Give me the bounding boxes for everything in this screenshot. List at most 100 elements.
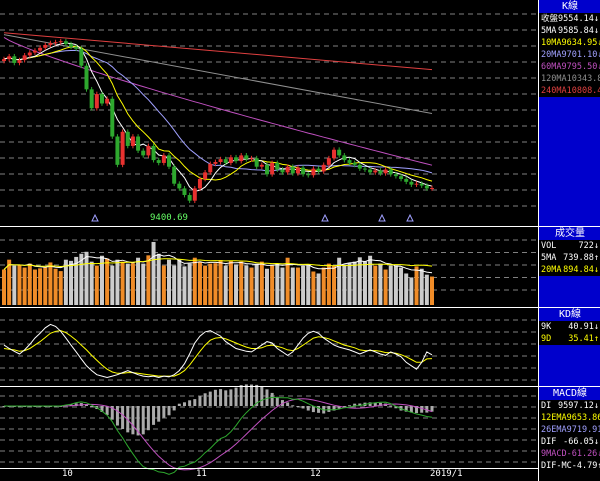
macd-histogram-bar bbox=[152, 406, 156, 425]
macd-legend-label: DIF-MC bbox=[541, 461, 572, 471]
k-legend-label: 240MA bbox=[541, 86, 567, 96]
kd-legend-value: 40.91 bbox=[568, 322, 594, 332]
macd-legend-row: 9MACD -61.26↓ bbox=[539, 448, 600, 460]
candle-body bbox=[399, 176, 404, 179]
volume-bar bbox=[342, 264, 347, 305]
macd-histogram-bar bbox=[208, 391, 212, 406]
volume-bar bbox=[352, 261, 357, 305]
macd-legend-label: DI bbox=[541, 401, 552, 411]
candle-body bbox=[156, 160, 161, 163]
vol-legend-arrow: ↓ bbox=[593, 265, 599, 275]
volume-bar bbox=[32, 269, 37, 305]
kd-legend-label: 9D bbox=[541, 334, 552, 344]
candle-body bbox=[223, 159, 228, 163]
chart-canvas: 9400.69 bbox=[0, 13, 536, 475]
volume-bar bbox=[399, 267, 404, 305]
candle-body bbox=[254, 158, 259, 167]
low-annotation: 9400.69 bbox=[150, 213, 188, 223]
macd-histogram-bar bbox=[389, 405, 393, 407]
macd-histogram-bar bbox=[193, 399, 197, 406]
kd-d-line bbox=[3, 330, 433, 377]
candle-body bbox=[347, 160, 352, 163]
volume-bar bbox=[17, 264, 22, 305]
vol-legend-value: 739.88 bbox=[563, 253, 594, 263]
macd-histogram-bar bbox=[270, 392, 274, 406]
volume-bar bbox=[362, 261, 367, 305]
kd-legend-label: 9K bbox=[541, 322, 552, 332]
volume-bar bbox=[105, 258, 110, 305]
vol-legend-label: 20MA bbox=[541, 265, 562, 275]
candle-body bbox=[48, 43, 53, 45]
candle-body bbox=[53, 42, 58, 44]
candle-body bbox=[94, 94, 99, 109]
volume-bar bbox=[151, 241, 156, 305]
macd-legend-row: 12EMA9653.86↓ bbox=[539, 412, 600, 424]
macd-histogram-bar bbox=[115, 406, 119, 426]
ma240-line bbox=[3, 32, 433, 71]
macd-histogram-bar bbox=[239, 385, 243, 406]
vol-legend-value: 894.84 bbox=[563, 265, 594, 275]
candle-body bbox=[182, 188, 187, 196]
candle-body bbox=[187, 195, 192, 201]
volume-legend: 成交量 VOL 722↓ 5MA 739.88↑ 20MA 894.84↓ bbox=[538, 227, 600, 307]
volume-bar bbox=[58, 271, 63, 305]
macd-signal-line bbox=[4, 398, 433, 471]
candle-body bbox=[393, 174, 398, 177]
k-legend-row: 收盤 9554.14↓ bbox=[539, 13, 600, 25]
candle-body bbox=[311, 168, 316, 176]
candle-body bbox=[321, 164, 326, 172]
x-label-oct: 10 bbox=[62, 469, 73, 479]
candle-body bbox=[342, 155, 347, 161]
k-legend-value: 9795.50 bbox=[561, 62, 598, 72]
volume-bar bbox=[48, 262, 53, 305]
candle-body bbox=[161, 155, 166, 163]
kd-title: KD線 bbox=[539, 308, 600, 321]
volume-bar bbox=[239, 261, 244, 305]
volume-bar bbox=[316, 273, 321, 305]
macd-histogram-bar bbox=[105, 406, 109, 415]
candle-body bbox=[332, 149, 337, 159]
k-legend-value: 9585.84 bbox=[558, 26, 594, 36]
candle-body bbox=[89, 89, 94, 109]
macd-histogram-bar bbox=[177, 403, 181, 406]
divider bbox=[0, 226, 600, 227]
volume-bar bbox=[228, 260, 233, 305]
candle-body bbox=[301, 167, 306, 175]
volume-bar bbox=[38, 268, 43, 305]
volume-bar bbox=[53, 268, 58, 305]
k-legend-row: 5MA 9585.84↓ bbox=[539, 25, 600, 37]
candle-body bbox=[424, 185, 429, 189]
vol-ma5-line bbox=[3, 253, 433, 274]
volume-bar bbox=[172, 265, 177, 305]
candle-body bbox=[244, 155, 249, 160]
volume-bar bbox=[208, 263, 213, 305]
candle-body bbox=[151, 145, 156, 161]
k-legend-label: 120MA bbox=[541, 74, 567, 84]
volume-bar bbox=[218, 260, 223, 305]
volume-bar bbox=[321, 267, 326, 305]
macd-legend-row: 26EMA9719.91↓ bbox=[539, 424, 600, 436]
candle-body bbox=[84, 65, 89, 90]
macd-histogram-bar bbox=[286, 402, 290, 406]
k-legend-value: 9554.14 bbox=[558, 14, 594, 24]
candle-body bbox=[409, 181, 414, 185]
candle-body bbox=[357, 164, 362, 169]
k-legend-value: 9634.95 bbox=[561, 38, 598, 48]
macd-title: MACD線 bbox=[539, 387, 600, 400]
candle-body bbox=[259, 164, 264, 167]
candle-body bbox=[12, 56, 17, 63]
candle-body bbox=[43, 44, 48, 48]
candle-body bbox=[404, 178, 409, 182]
volume-bar bbox=[177, 259, 182, 305]
k-legend-fill bbox=[539, 97, 600, 226]
k-line-legend: K線 收盤 9554.14↓ 5MA 9585.84↓ 10MA 9634.95↓ 20MA… bbox=[538, 0, 600, 226]
kd-legend-value: 35.41 bbox=[568, 334, 594, 344]
candle-body bbox=[125, 131, 130, 146]
candle-body bbox=[203, 172, 208, 179]
candle-body bbox=[208, 163, 213, 173]
k-legend-value: 10808.43 bbox=[566, 86, 600, 96]
macd-histogram-bar bbox=[198, 396, 202, 406]
macd-dif-line bbox=[4, 396, 433, 475]
macd-legend-label: 26EMA bbox=[541, 425, 567, 435]
signal-marker bbox=[321, 213, 329, 222]
